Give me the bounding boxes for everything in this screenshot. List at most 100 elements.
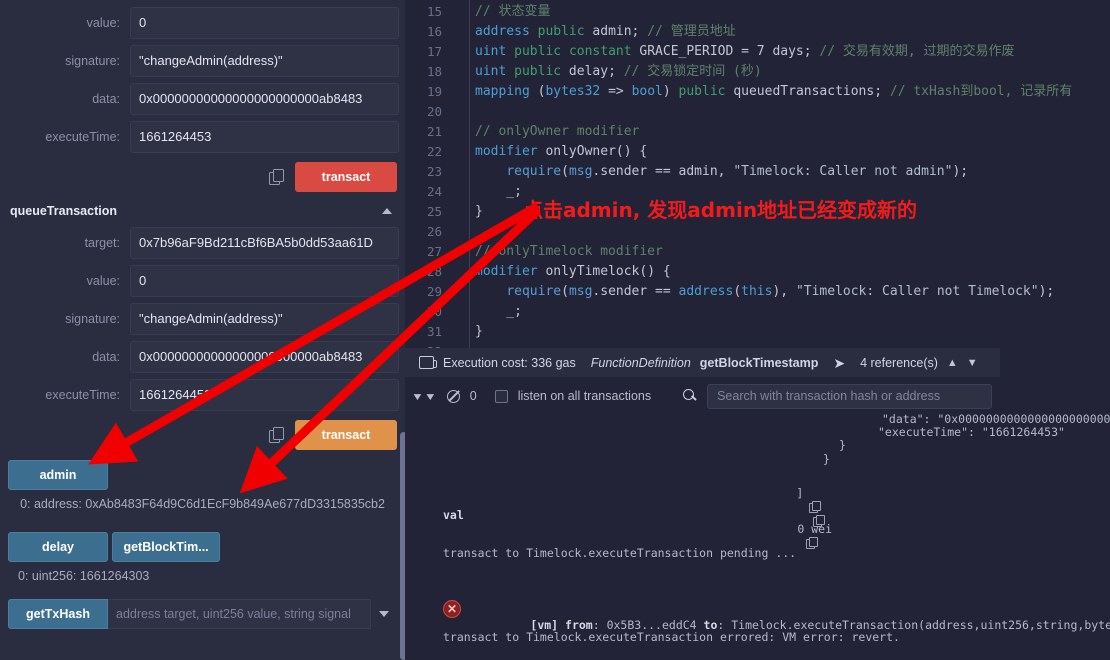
chevron-down-icon[interactable] [379, 610, 389, 617]
code-token: bool [631, 84, 663, 99]
code-text: require(msg.sender == address(this), "Ti… [453, 282, 1054, 302]
code-text: uint public constant GRACE_PERIOD = 7 da… [453, 42, 1015, 62]
editor-and-terminal: 15 // 状态变量 16 address public admin; // 管理员地… [405, 0, 1110, 660]
code-line: 18 uint public delay; // 交易锁定时间 (秒) [405, 62, 1110, 82]
code-token: 7 days [756, 44, 804, 59]
code-token: // 状态变量 [475, 4, 551, 19]
val-value: 0 wei [797, 522, 833, 536]
form-row: data: 0x00000000000000000000000ab8483 [0, 340, 405, 374]
code-token: bytes32 [545, 84, 601, 99]
code-line: 28 modifier onlyTimelock() { [405, 262, 1110, 282]
gas-icon [419, 356, 437, 369]
code-token: queuedTransactions; [725, 84, 890, 99]
terminal-search-input[interactable]: Search with transaction hash or address [707, 383, 993, 409]
execute-actions: transact [0, 158, 405, 198]
listen-all-checkbox[interactable] [494, 389, 508, 403]
chevron-up-icon[interactable] [382, 208, 392, 214]
chevron-up-icon[interactable]: ▲ [947, 357, 958, 369]
code-token: "Timelock: Caller not admin" [733, 164, 953, 179]
delay-button[interactable]: delay [8, 532, 108, 563]
form-row: executeTime: 1661264453 [0, 120, 405, 154]
search-icon [683, 389, 697, 403]
error-log-line: transact to Timelock.executeTransaction … [443, 630, 900, 644]
target-input[interactable]: 0x7b96aF9Bd211cBf6BA5b0dd53aa61D [130, 227, 399, 259]
terminal-output[interactable]: "data": "0x00000000000000000000000 "exec… [405, 412, 1110, 660]
code-token: // 交易有效期, 过期的交易作废 [819, 44, 1015, 59]
code-token: ) [662, 84, 679, 99]
code-line: 20 [405, 102, 1110, 122]
form-row: value: 0 [0, 6, 405, 40]
pending-log-line: transact to Timelock.executeTransaction … [443, 546, 797, 560]
getblocktimestamp-result: 0: uint256: 1661264303 [18, 569, 150, 584]
json-brace: } [823, 452, 830, 466]
data-input[interactable]: 0x00000000000000000000000ab8483 [130, 83, 399, 115]
gettxhash-row: getTxHash address target, uint256 value,… [8, 598, 397, 629]
copy-calldata-icon[interactable] [269, 168, 285, 186]
code-token: ); [1038, 284, 1055, 299]
code-line: 22 modifier onlyOwner() { [405, 142, 1110, 162]
code-token: .sender == admin, [592, 164, 734, 179]
code-token: onlyTimelock() { [537, 264, 671, 279]
code-token: "Timelock: Caller not Timelock" [795, 284, 1039, 299]
field-label: signature: [65, 54, 120, 68]
admin-button[interactable]: admin [8, 460, 108, 490]
executetime-input[interactable]: 1661264453 [130, 121, 399, 153]
transact-button[interactable]: transact [295, 420, 397, 450]
signature-input[interactable]: "changeAdmin(address)" [130, 303, 399, 335]
code-token: public [537, 24, 585, 39]
code-token: public [678, 84, 726, 99]
form-row: data: 0x00000000000000000000000ab8483 [0, 82, 405, 116]
terminal-toolbar: ▼▼ 0 listen on all transactions Search w… [405, 381, 1110, 411]
signature-input[interactable]: "changeAdmin(address)" [130, 45, 399, 77]
code-token: // onlyTimelock modifier [475, 244, 663, 259]
code-token: GRACE_PERIOD = [631, 44, 757, 59]
code-lines: 15 // 状态变量 16 address public admin; // 管理员地… [405, 0, 1110, 348]
queue-actions: transact [0, 416, 405, 456]
code-token: msg [568, 164, 593, 179]
code-token: _; [475, 184, 522, 199]
value-input[interactable]: 0 [130, 7, 399, 39]
value-input[interactable]: 0 [130, 265, 399, 297]
section-title: queueTransaction [10, 204, 117, 218]
code-editor[interactable]: 15 // 状态变量 16 address public admin; // 管理员地… [405, 0, 1110, 348]
form-row: target: 0x7b96aF9Bd211cBf6BA5b0dd53aa61D [0, 226, 405, 260]
data-input[interactable]: 0x00000000000000000000000ab8483 [130, 341, 399, 373]
error-icon: ✕ [443, 600, 461, 618]
annotation-text: 点击admin, 发现admin地址已经变成新的 [523, 198, 918, 222]
execution-cost-label: Execution cost: 336 gas [443, 355, 576, 370]
copy-calldata-icon[interactable] [269, 426, 285, 444]
chevron-down-icon[interactable]: ▼ [967, 357, 978, 369]
code-line: 15 // 状态变量 [405, 2, 1110, 22]
copy-icon[interactable] [806, 537, 819, 549]
code-text: } [453, 202, 483, 222]
form-row: signature: "changeAdmin(address)" [0, 302, 405, 336]
execute-transaction-form: value: 0 signature: "changeAdmin(address… [0, 0, 405, 198]
line-number: 15 [426, 4, 442, 19]
executetime-input[interactable]: 1661264453 [130, 379, 399, 411]
code-token: // onlyOwner modifier [475, 124, 640, 139]
code-token: onlyOwner() { [537, 144, 648, 159]
gettxhash-button[interactable]: getTxHash [8, 598, 108, 629]
transact-button[interactable]: transact [295, 162, 397, 192]
field-label: value: [86, 274, 120, 288]
code-token: public [514, 44, 562, 59]
queue-transaction-header[interactable]: queueTransaction [0, 198, 405, 226]
code-token: ( [561, 164, 569, 179]
clear-console-icon[interactable] [446, 389, 460, 403]
getblocktimestamp-button[interactable]: getBlockTim... [112, 532, 220, 563]
jump-to-icon[interactable]: ➤ [833, 356, 845, 370]
code-text: mapping (bytes32 => bool) public queuedT… [453, 82, 1072, 102]
line-number: 25 [426, 204, 442, 219]
admin-result: 0: address: 0xAb8483F64d9C6d1EcF9b849Ae6… [20, 497, 385, 511]
double-chevron-down-icon[interactable]: ▼▼ [411, 391, 437, 401]
code-token: mapping [475, 84, 530, 99]
code-line: 27 // onlyTimelock modifier [405, 242, 1110, 262]
gettxhash-args-input[interactable]: address target, uint256 value, string si… [108, 598, 371, 629]
symbol-kind-label: FunctionDefinition [590, 355, 691, 370]
